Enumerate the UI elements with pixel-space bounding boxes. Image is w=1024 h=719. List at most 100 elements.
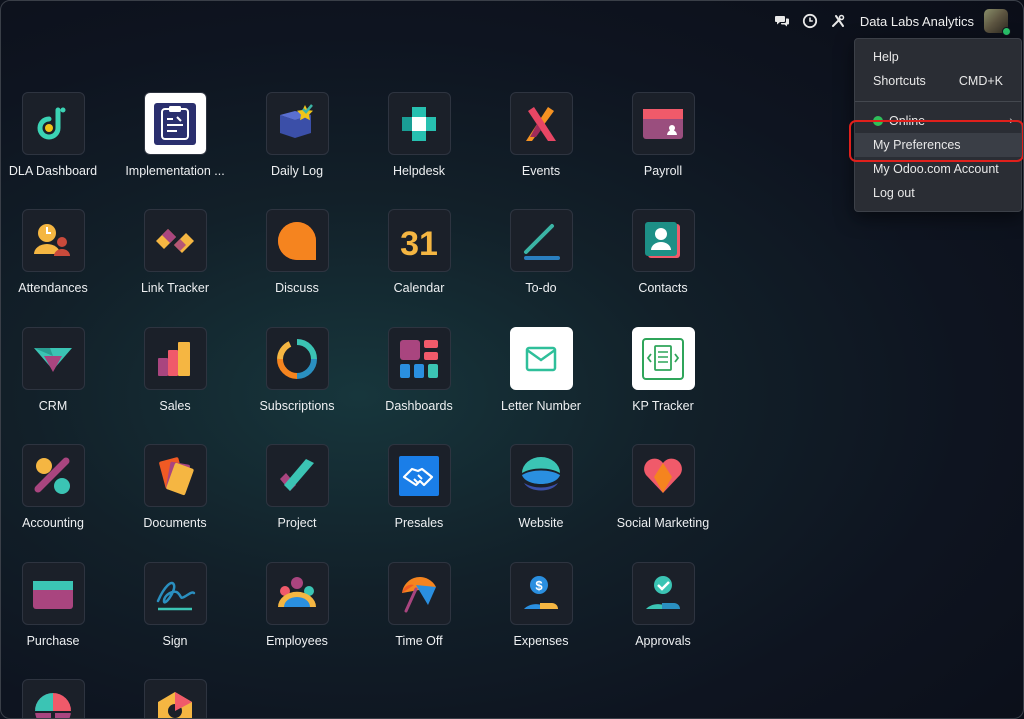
app-daily-log[interactable]: Daily Log [236,92,358,178]
svg-text:$: $ [535,578,543,593]
app-events[interactable]: Events [480,92,602,178]
app-implementation[interactable]: Implementation ... [114,92,236,178]
chevron-right-icon: › [1009,115,1013,127]
letter-number-icon [509,327,573,390]
app-purchase[interactable]: Purchase [0,562,114,648]
tools-icon[interactable] [825,8,851,34]
app-label: Dashboards [385,399,453,413]
app-crm[interactable]: CRM [0,327,114,413]
app-time-off[interactable]: Time Off [358,562,480,648]
app-helpdesk[interactable]: Helpdesk [358,92,480,178]
online-status-dot [1002,27,1011,36]
app-approvals[interactable]: Approvals [602,562,724,648]
app-partial-1[interactable] [0,679,114,719]
app-dashboards[interactable]: Dashboards [358,327,480,413]
employees-icon [265,562,329,625]
app-attendances[interactable]: Attendances [0,209,114,295]
app-label: Discuss [275,281,319,295]
app-documents[interactable]: Documents [114,444,236,530]
app-link-tracker[interactable]: Link Tracker [114,209,236,295]
attendances-icon [21,209,85,272]
menu-item-logout[interactable]: Log out [855,181,1021,205]
menu-item-logout-label: Log out [873,186,915,200]
documents-icon [143,444,207,507]
app-label: Implementation ... [125,164,225,178]
app-label: Project [277,516,317,530]
helpdesk-icon [387,92,451,155]
top-navbar: Data Labs Analytics [0,0,1024,42]
daily-log-icon [265,92,329,155]
calendar-icon: 31 [387,209,451,272]
contacts-icon [631,209,695,272]
app-accounting[interactable]: Accounting [0,444,114,530]
app-label: Employees [266,634,328,648]
discuss-icon [265,209,329,272]
time-off-icon [387,562,451,625]
partial-app-icon [21,679,85,719]
dashboards-icon [387,327,451,390]
app-sales[interactable]: Sales [114,327,236,413]
app-label: Expenses [513,634,569,648]
app-letter-number[interactable]: Letter Number [480,327,602,413]
menu-item-help-label: Help [873,50,899,64]
app-label: Helpdesk [392,164,446,178]
expenses-icon: $ [509,562,573,625]
app-discuss[interactable]: Discuss [236,209,358,295]
app-social-marketing[interactable]: Social Marketing [602,444,724,530]
app-label: Time Off [395,634,443,648]
app-label: Documents [143,516,207,530]
app-website[interactable]: Website [480,444,602,530]
app-to-do[interactable]: To-do [480,209,602,295]
app-label: Approvals [635,634,691,648]
app-label: Calendar [393,281,445,295]
app-label: Sign [162,634,188,648]
clock-icon[interactable] [797,8,823,34]
calendar-day-number: 31 [400,225,438,263]
app-partial-2[interactable] [114,679,236,719]
kp-tracker-icon [631,327,695,390]
chat-icon[interactable] [769,8,795,34]
app-expenses[interactable]: $ Expenses [480,562,602,648]
sign-icon [143,562,207,625]
app-payroll[interactable]: Payroll [602,92,724,178]
menu-item-account-label: My Odoo.com Account [873,162,999,176]
app-presales[interactable]: Presales [358,444,480,530]
app-label: To-do [525,281,557,295]
app-label: CRM [38,399,68,413]
menu-separator [855,101,1021,102]
social-marketing-icon [631,444,695,507]
app-subscriptions[interactable]: Subscriptions [236,327,358,413]
app-label: Payroll [643,164,683,178]
purchase-icon [21,562,85,625]
menu-item-odoo-account[interactable]: My Odoo.com Account [855,157,1021,181]
shortcut-key: CMD+K [958,74,1003,88]
menu-item-preferences-label: My Preferences [873,138,961,152]
crm-icon [21,327,85,390]
menu-item-help[interactable]: Help [855,45,1021,69]
app-label: DLA Dashboard [8,164,98,178]
approvals-icon [631,562,695,625]
app-contacts[interactable]: Contacts [602,209,724,295]
app-label: Letter Number [501,399,581,413]
user-menu-dropdown: Help Shortcuts CMD+K Online › My Prefere… [854,38,1022,212]
app-project[interactable]: Project [236,444,358,530]
events-icon [509,92,573,155]
menu-item-my-preferences[interactable]: My Preferences [855,133,1021,157]
app-dla-dashboard[interactable]: DLA Dashboard [0,92,114,178]
app-calendar[interactable]: 31 Calendar [358,209,480,295]
project-icon [265,444,329,507]
company-name[interactable]: Data Labs Analytics [860,14,974,29]
app-kp-tracker[interactable]: KP Tracker [602,327,724,413]
online-dot-icon [873,116,883,126]
menu-item-online-status[interactable]: Online › [855,109,1021,133]
app-employees[interactable]: Employees [236,562,358,648]
dla-dashboard-icon [21,92,85,155]
app-label: KP Tracker [632,399,694,413]
to-do-icon [509,209,573,272]
menu-item-shortcuts-label: Shortcuts [873,74,926,88]
app-label: Presales [394,516,444,530]
menu-item-shortcuts[interactable]: Shortcuts CMD+K [855,69,1021,93]
user-avatar[interactable] [984,9,1011,36]
app-sign[interactable]: Sign [114,562,236,648]
app-label: Events [521,164,561,178]
